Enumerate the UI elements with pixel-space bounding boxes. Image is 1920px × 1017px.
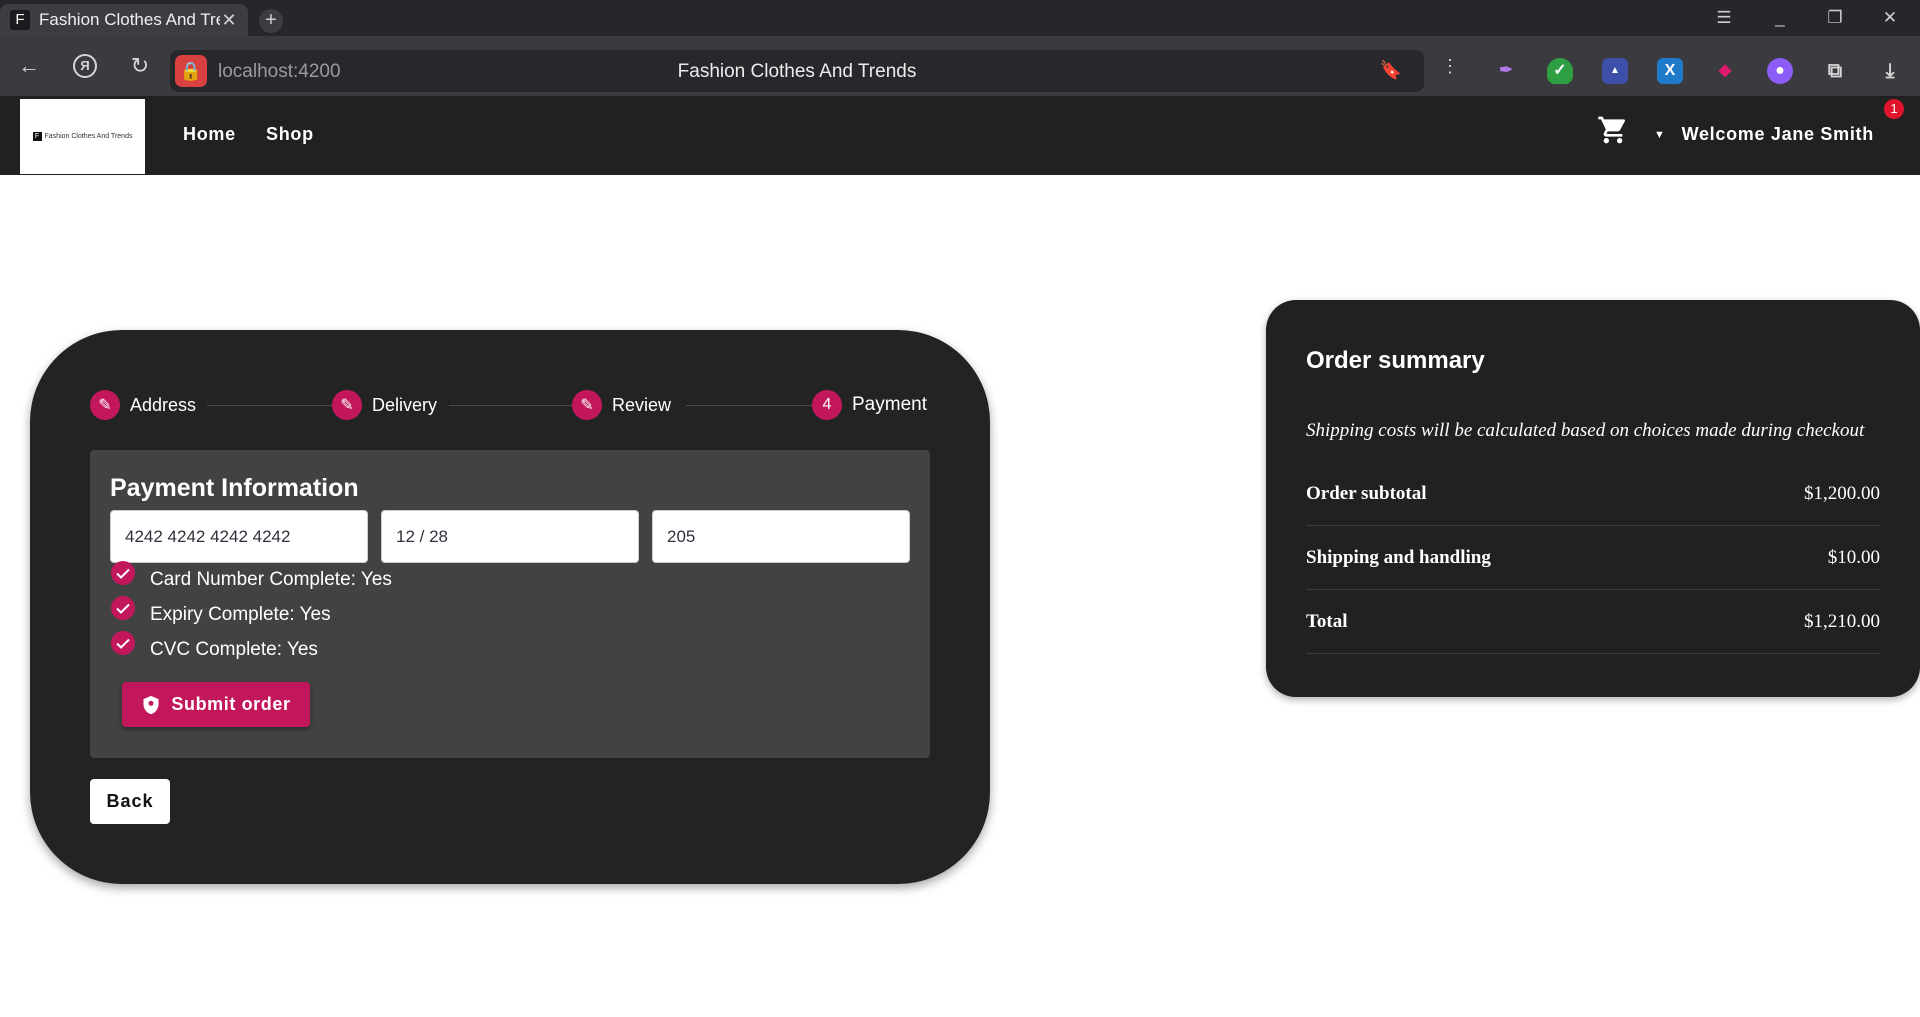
submit-order-label: Submit order (171, 694, 291, 714)
order-summary-card: Order summary Shipping costs will be cal… (1266, 300, 1920, 697)
reload-icon[interactable]: ↻ (125, 51, 155, 81)
step-payment[interactable]: 4 Payment (812, 390, 927, 420)
step-address[interactable]: ✎ Address (90, 390, 196, 420)
payment-title: Payment Information (110, 474, 359, 502)
site-logo[interactable]: F Fashion Clothes And Trends (20, 99, 145, 174)
cvc-status: CVC Complete: Yes (110, 631, 318, 663)
tab-title: Fashion Clothes And Trends (39, 10, 220, 29)
step-number: 4 (812, 390, 842, 420)
feather-extension-icon[interactable]: ✒ (1493, 58, 1519, 84)
user-menu[interactable]: ▼ Welcome Jane Smith (1654, 124, 1874, 145)
restore-icon[interactable]: ❐ (1823, 8, 1847, 28)
summary-row-shipping: Shipping and handling $10.00 (1306, 527, 1880, 590)
step-label: Review (612, 394, 672, 415)
welcome-text: Welcome Jane Smith (1681, 124, 1874, 144)
close-window-icon[interactable]: ✕ (1878, 8, 1902, 28)
shipping-note: Shipping costs will be calculated based … (1306, 420, 1865, 441)
check-circle-icon (111, 561, 135, 585)
expiry-status-text: Expiry Complete: Yes (150, 604, 331, 625)
minimize-icon[interactable]: _ (1768, 8, 1792, 28)
step-delivery[interactable]: ✎ Delivery (332, 390, 437, 420)
nav-shop[interactable]: Shop (266, 124, 314, 145)
chat-extension-icon[interactable]: ● (1767, 58, 1793, 84)
puzzle-extensions-icon[interactable]: ⧉ (1822, 58, 1848, 84)
summary-value: $1,200.00 (1804, 483, 1880, 504)
image-extension-icon[interactable]: ▲ (1602, 58, 1628, 84)
pencil-icon: ✎ (90, 390, 120, 420)
step-label: Address (130, 394, 197, 415)
summary-title: Order summary (1306, 347, 1485, 374)
nav-home[interactable]: Home (183, 124, 236, 145)
address-bar[interactable]: 🔒 localhost:4200 Fashion Clothes And Tre… (170, 50, 1424, 92)
step-review[interactable]: ✎ Review (572, 390, 671, 420)
summary-row-total: Total $1,210.00 (1306, 591, 1880, 654)
cvc-input[interactable] (652, 510, 910, 563)
insecure-lock-icon[interactable]: 🔒 (175, 55, 207, 87)
angular-extension-icon[interactable]: ◆ (1712, 58, 1738, 84)
download-icon[interactable]: ⤓ (1877, 58, 1903, 84)
pencil-icon: ✎ (572, 390, 602, 420)
new-tab-button[interactable]: + (259, 9, 283, 33)
browser-toolbar: ← Я ↻ 🔒 localhost:4200 Fashion Clothes A… (0, 36, 1920, 96)
back-arrow-icon[interactable]: ← (14, 51, 44, 81)
cart-count-badge: 1 (1884, 99, 1904, 119)
yandex-icon[interactable]: Я (73, 54, 97, 78)
cart-icon[interactable] (1597, 114, 1629, 146)
x-extension-icon[interactable]: X (1657, 58, 1683, 84)
pencil-icon: ✎ (332, 390, 362, 420)
logo-text: Fashion Clothes And Trends (44, 133, 133, 140)
expiry-input[interactable] (381, 510, 639, 563)
browser-tab[interactable]: F Fashion Clothes And Trends ✕ (0, 4, 248, 36)
card-status: Card Number Complete: Yes (110, 561, 392, 593)
card-number-input[interactable] (110, 510, 368, 563)
chevron-down-icon: ▼ (1654, 128, 1666, 141)
step-connector (449, 405, 581, 406)
checkout-stepper-card: ✎ Address ✎ Delivery ✎ Review 4 Payment … (30, 330, 990, 884)
close-tab-icon[interactable]: ✕ (220, 10, 238, 31)
summary-label: Shipping and handling (1306, 547, 1491, 568)
shield-extension-icon[interactable]: ✓ (1547, 58, 1573, 84)
card-status-text: Card Number Complete: Yes (150, 569, 392, 590)
step-label: Payment (852, 394, 927, 415)
page-title-in-bar: Fashion Clothes And Trends (677, 61, 917, 82)
app-header: F Fashion Clothes And Trends Home Shop 1… (0, 96, 1920, 175)
step-connector (207, 405, 341, 406)
submit-order-button[interactable]: Submit order (122, 682, 310, 727)
menu-icon[interactable]: ☰ (1712, 8, 1736, 28)
payment-panel: Payment Information Card Number Complete… (90, 450, 930, 758)
more-icon[interactable]: ⋮ (1435, 51, 1465, 81)
favicon-icon: F (10, 10, 30, 30)
step-label: Delivery (372, 394, 438, 415)
summary-value: $10.00 (1827, 547, 1880, 568)
browser-tabbar: F Fashion Clothes And Trends ✕ + ☰ _ ❐ ✕ (0, 0, 1920, 36)
summary-label: Total (1306, 611, 1348, 632)
summary-value: $1,210.00 (1804, 611, 1880, 632)
summary-row-subtotal: Order subtotal $1,200.00 (1306, 463, 1880, 526)
expiry-status: Expiry Complete: Yes (110, 596, 331, 628)
back-button[interactable]: Back (90, 779, 170, 824)
shield-icon (143, 695, 159, 714)
summary-label: Order subtotal (1306, 483, 1427, 504)
url-text: localhost:4200 (218, 61, 341, 82)
step-connector (686, 405, 822, 406)
cvc-status-text: CVC Complete: Yes (150, 639, 318, 660)
check-circle-icon (111, 596, 135, 620)
bookmark-icon[interactable]: 🔖 (1380, 60, 1402, 81)
check-circle-icon (111, 631, 135, 655)
